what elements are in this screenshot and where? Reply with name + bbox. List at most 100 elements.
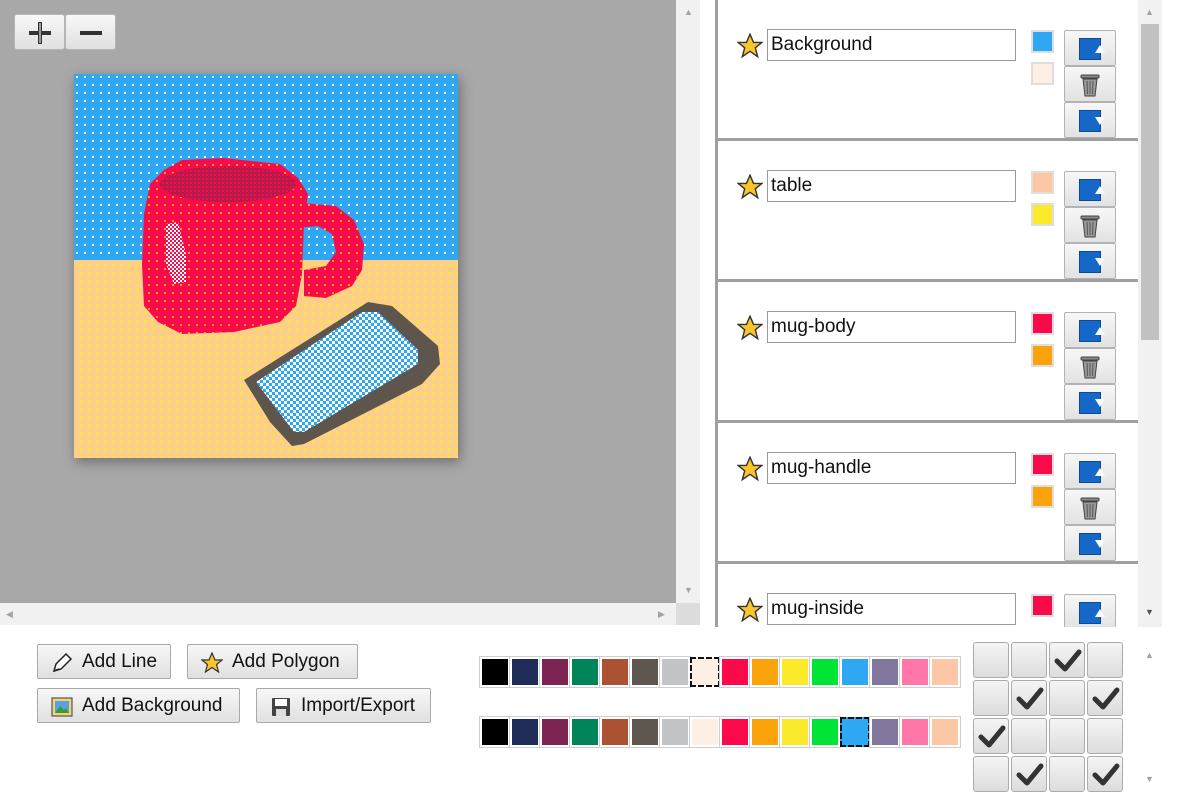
- palette-swatch[interactable]: [869, 716, 901, 748]
- add-line-button[interactable]: Add Line: [37, 644, 171, 679]
- pattern-cell[interactable]: [973, 718, 1009, 754]
- palette-swatch[interactable]: [629, 716, 661, 748]
- palette-swatch[interactable]: [599, 656, 631, 688]
- toolbar-scrollbar[interactable]: ▲ ▼: [1138, 642, 1162, 792]
- pattern-cell[interactable]: [1049, 680, 1085, 716]
- pattern-cell[interactable]: [1011, 680, 1047, 716]
- star-icon: [736, 173, 764, 205]
- pattern-cell[interactable]: [973, 642, 1009, 678]
- add-polygon-button[interactable]: Add Polygon: [187, 644, 358, 679]
- palette-swatch[interactable]: [719, 656, 751, 688]
- delete-layer-button[interactable]: [1064, 207, 1116, 243]
- palette-swatch[interactable]: [659, 656, 691, 688]
- scroll-up-arrow-icon[interactable]: ▲: [684, 7, 693, 17]
- layer-row: [718, 423, 1138, 564]
- move-layer-up-button[interactable]: [1064, 30, 1116, 66]
- zoom-out-button[interactable]: [65, 14, 116, 50]
- move-layer-up-button[interactable]: [1064, 594, 1116, 627]
- palette-swatch[interactable]: [479, 716, 511, 748]
- pattern-cell[interactable]: [1049, 756, 1085, 792]
- layer-foreground-swatch[interactable]: [1031, 594, 1054, 617]
- palette-swatch[interactable]: [479, 656, 511, 688]
- arrow-down-icon: [1079, 392, 1105, 414]
- palette-swatch[interactable]: [839, 656, 871, 688]
- move-layer-up-button[interactable]: [1064, 453, 1116, 489]
- scroll-right-arrow-icon[interactable]: ▶: [658, 609, 665, 619]
- palette-swatch[interactable]: [749, 716, 781, 748]
- pattern-cell[interactable]: [1049, 718, 1085, 754]
- pattern-cell[interactable]: [1087, 718, 1123, 754]
- move-layer-down-button[interactable]: [1064, 102, 1116, 138]
- canvas-horizontal-scrollbar[interactable]: ◀ ▶: [0, 603, 676, 625]
- palette-swatch[interactable]: [569, 656, 601, 688]
- move-layer-down-button[interactable]: [1064, 525, 1116, 561]
- layer-name-input[interactable]: [767, 452, 1016, 484]
- move-layer-up-button[interactable]: [1064, 171, 1116, 207]
- palette-swatch[interactable]: [689, 716, 721, 748]
- palette-swatch[interactable]: [659, 716, 691, 748]
- layer-foreground-swatch[interactable]: [1031, 30, 1054, 53]
- move-layer-up-button[interactable]: [1064, 312, 1116, 348]
- canvas-vertical-scrollbar[interactable]: ▲ ▼: [676, 0, 700, 603]
- palette-swatch[interactable]: [690, 657, 720, 687]
- pattern-cell[interactable]: [1087, 680, 1123, 716]
- layer-name-input[interactable]: [767, 170, 1016, 202]
- layer-name-input[interactable]: [767, 29, 1016, 61]
- delete-layer-button[interactable]: [1064, 348, 1116, 384]
- delete-layer-button[interactable]: [1064, 489, 1116, 525]
- layers-scrollbar-thumb[interactable]: [1141, 24, 1159, 340]
- palette-swatch[interactable]: [840, 717, 870, 747]
- palette-swatch[interactable]: [779, 656, 811, 688]
- pattern-cell[interactable]: [973, 756, 1009, 792]
- pattern-cell[interactable]: [973, 680, 1009, 716]
- layer-background-swatch[interactable]: [1031, 62, 1054, 85]
- scroll-up-arrow-icon[interactable]: ▲: [1145, 650, 1154, 660]
- scroll-left-arrow-icon[interactable]: ◀: [6, 609, 13, 619]
- arrow-up-icon: [1079, 320, 1105, 342]
- layer-name-input[interactable]: [767, 311, 1016, 343]
- scroll-down-arrow-icon[interactable]: ▼: [684, 585, 693, 595]
- palette-swatch[interactable]: [569, 716, 601, 748]
- import-export-button[interactable]: Import/Export: [256, 688, 431, 723]
- layer-foreground-swatch[interactable]: [1031, 312, 1054, 335]
- palette-swatch[interactable]: [539, 656, 571, 688]
- palette-swatch[interactable]: [869, 656, 901, 688]
- palette-swatch[interactable]: [899, 716, 931, 748]
- layer-background-swatch[interactable]: [1031, 203, 1054, 226]
- layer-name-input[interactable]: [767, 593, 1016, 625]
- scroll-down-arrow-icon[interactable]: ▼: [1145, 607, 1154, 617]
- pattern-cell[interactable]: [1011, 642, 1047, 678]
- palette-swatch[interactable]: [929, 656, 961, 688]
- layer-background-swatch[interactable]: [1031, 344, 1054, 367]
- palette-swatch[interactable]: [929, 716, 961, 748]
- palette-swatch[interactable]: [749, 656, 781, 688]
- palette-swatch[interactable]: [899, 656, 931, 688]
- palette-swatch[interactable]: [599, 716, 631, 748]
- pattern-cell[interactable]: [1087, 642, 1123, 678]
- pattern-cell[interactable]: [1049, 642, 1085, 678]
- canvas-viewport[interactable]: [0, 0, 676, 603]
- move-layer-down-button[interactable]: [1064, 384, 1116, 420]
- scroll-up-arrow-icon[interactable]: ▲: [1145, 7, 1154, 17]
- palette-swatch[interactable]: [509, 716, 541, 748]
- palette-swatch[interactable]: [809, 656, 841, 688]
- layer-foreground-swatch[interactable]: [1031, 453, 1054, 476]
- zoom-in-button[interactable]: [14, 14, 65, 50]
- layer-background-swatch[interactable]: [1031, 485, 1054, 508]
- palette-swatch[interactable]: [539, 716, 571, 748]
- move-layer-down-button[interactable]: [1064, 243, 1116, 279]
- pattern-cell[interactable]: [1011, 718, 1047, 754]
- pattern-cell[interactable]: [1011, 756, 1047, 792]
- scroll-down-arrow-icon[interactable]: ▼: [1145, 774, 1154, 784]
- palette-swatch[interactable]: [719, 716, 751, 748]
- add-background-button[interactable]: Add Background: [37, 688, 240, 723]
- pixel-art-canvas[interactable]: [74, 74, 458, 458]
- layer-foreground-swatch[interactable]: [1031, 171, 1054, 194]
- palette-swatch[interactable]: [629, 656, 661, 688]
- palette-swatch[interactable]: [809, 716, 841, 748]
- palette-swatch[interactable]: [779, 716, 811, 748]
- arrow-up-icon: [1079, 179, 1105, 201]
- palette-swatch[interactable]: [509, 656, 541, 688]
- pattern-cell[interactable]: [1087, 756, 1123, 792]
- delete-layer-button[interactable]: [1064, 66, 1116, 102]
